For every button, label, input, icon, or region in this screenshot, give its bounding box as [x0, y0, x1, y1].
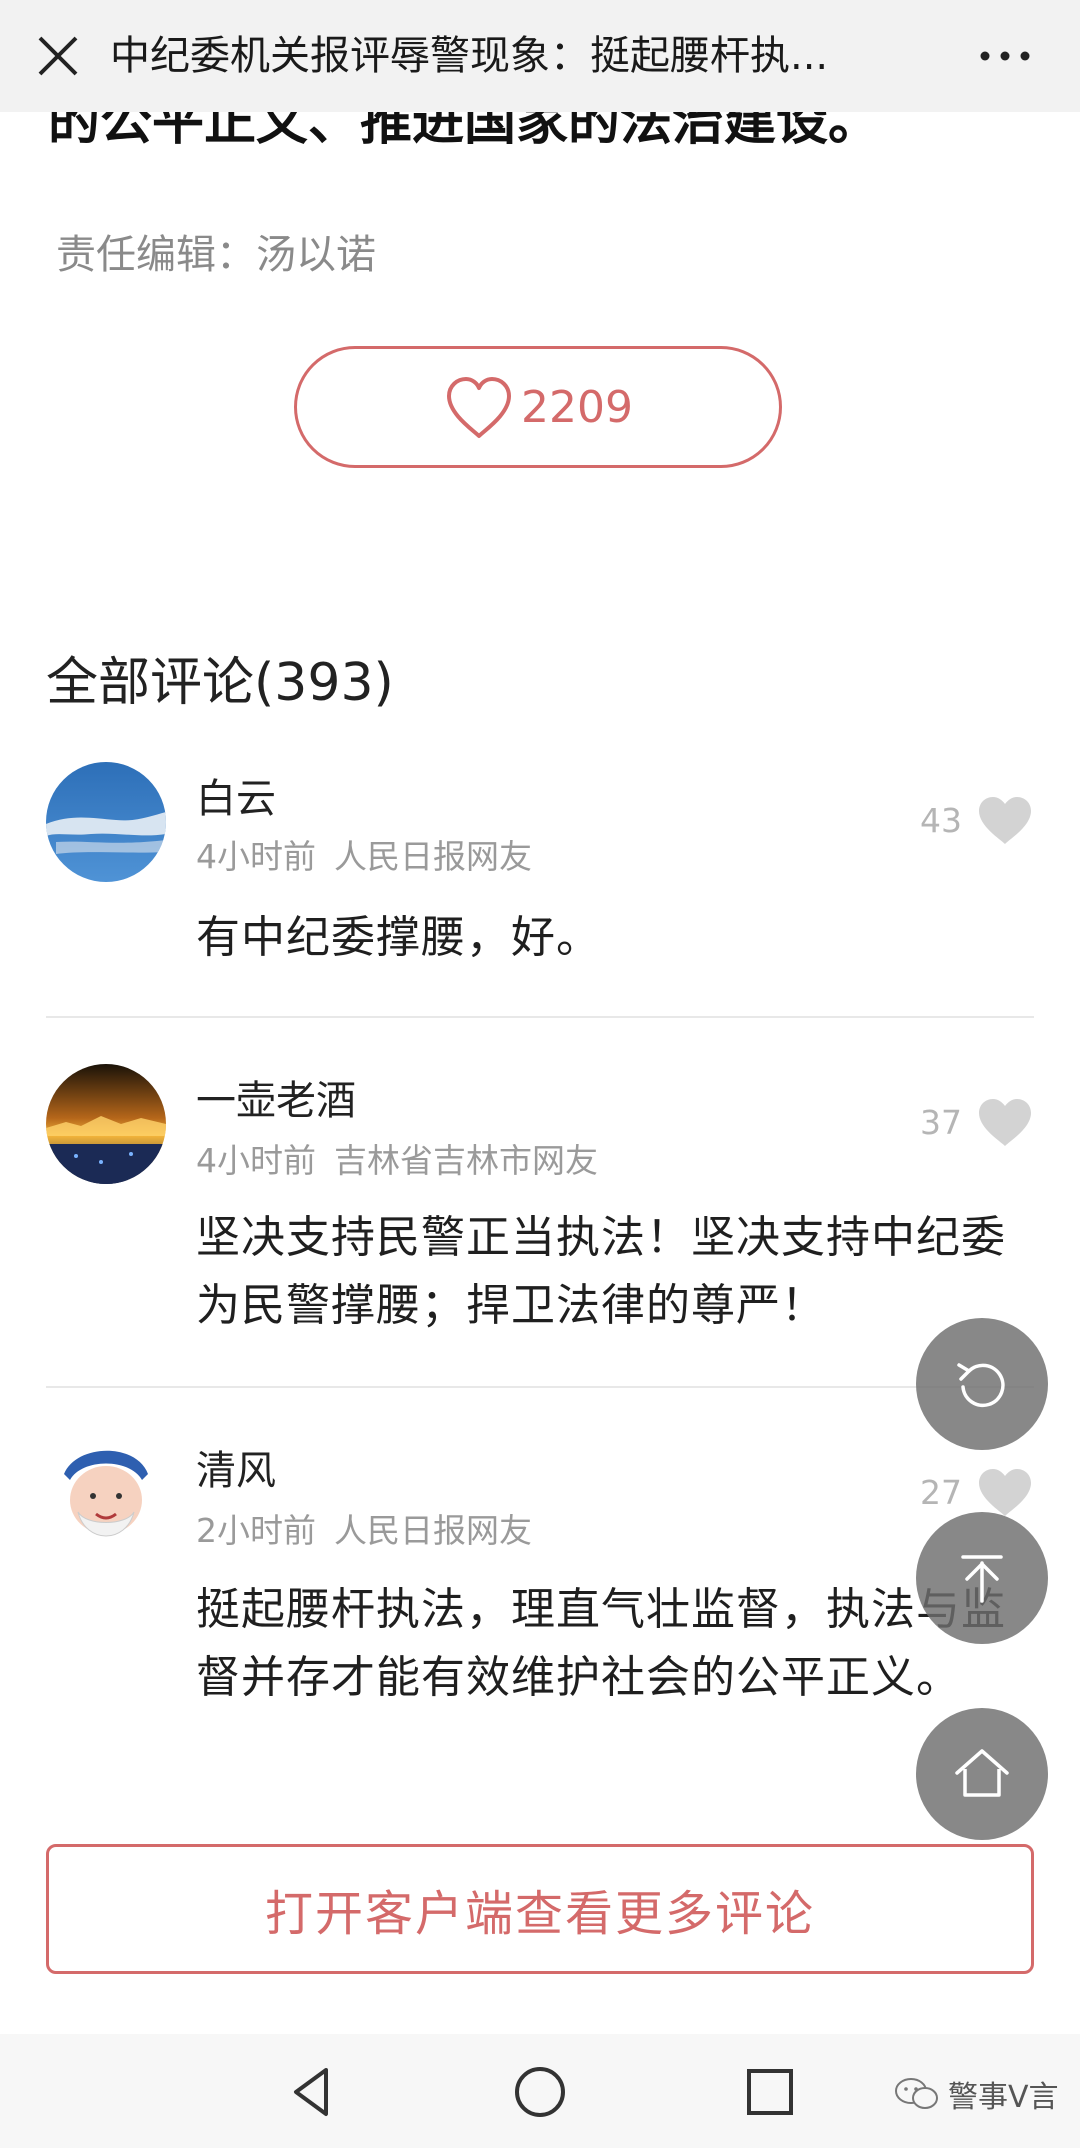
comment-location: 人民日报网友 — [334, 837, 532, 876]
more-icon[interactable] — [975, 44, 1035, 68]
comment-time: 2小时前 — [196, 1511, 316, 1550]
comment-text: 挺起腰杆执法，理直气壮监督，执法与监督并存才能有效维护社会的公平正义。 — [196, 1584, 1006, 1703]
responsible-editor: 责任编辑：汤以诺 — [56, 232, 376, 278]
watermark: 警事V言 — [894, 2072, 1059, 2116]
comment-like-button[interactable]: 43 — [920, 794, 1034, 846]
back-to-top-button[interactable] — [916, 1512, 1048, 1644]
home-icon — [955, 1749, 1009, 1797]
comment-time: 4小时前 — [196, 837, 316, 876]
comment-like-count: 37 — [920, 1102, 962, 1142]
comment-author: 清风 — [196, 1448, 276, 1494]
comment-time: 4小时前 — [196, 1141, 316, 1180]
avatar[interactable] — [46, 1064, 166, 1184]
comment-text: 坚决支持民警正当执法！坚决支持中纪委为民警撑腰；捍卫法律的尊严！ — [196, 1212, 1006, 1331]
refresh-button[interactable] — [916, 1318, 1048, 1450]
comment-like-count: 27 — [920, 1472, 962, 1512]
avatar[interactable] — [46, 1434, 166, 1554]
comment-meta: 2小时前 人民日报网友 — [196, 1504, 532, 1552]
comment-author: 白云 — [196, 776, 276, 822]
like-count: 2209 — [521, 381, 633, 433]
open-client-button[interactable]: 打开客户端查看更多评论 — [46, 1844, 1034, 1974]
refresh-icon — [957, 1363, 1005, 1408]
divider — [46, 1386, 1034, 1388]
comment-author: 一壶老酒 — [196, 1078, 356, 1124]
back-icon[interactable] — [282, 2062, 342, 2122]
home-button[interactable] — [916, 1708, 1048, 1840]
comment-like-button[interactable]: 27 — [920, 1466, 1034, 1518]
comment-meta: 4小时前 人民日报网友 — [196, 830, 532, 878]
heart-icon — [979, 797, 1031, 844]
wechat-icon — [895, 2078, 938, 2109]
avatar[interactable] — [46, 762, 166, 882]
comment-location: 吉林省吉林市网友 — [334, 1141, 598, 1180]
comment-like-count: 43 — [920, 800, 962, 840]
home-circle-icon[interactable] — [510, 2062, 570, 2122]
comment-text: 有中纪委撑腰，好。 — [196, 912, 601, 963]
heart-outline-icon — [447, 377, 511, 438]
back-to-top-icon — [961, 1555, 1003, 1603]
top-bar: 中纪委机关报评辱警现象：挺起腰杆执... — [0, 0, 1080, 112]
recent-apps-icon[interactable] — [740, 2062, 800, 2122]
heart-icon — [979, 1469, 1031, 1516]
comment-meta: 4小时前 吉林省吉林市网友 — [196, 1134, 598, 1182]
comment-like-button[interactable]: 37 — [920, 1096, 1034, 1148]
watermark-text: 警事V言 — [948, 2080, 1059, 2115]
heart-icon — [979, 1099, 1031, 1146]
comment-location: 人民日报网友 — [334, 1511, 532, 1550]
comments-title: 全部评论(393) — [46, 653, 394, 713]
like-button[interactable]: 2209 — [294, 346, 782, 468]
page-title: 中纪委机关报评辱警现象：挺起腰杆执... — [110, 33, 829, 79]
divider — [46, 1016, 1034, 1018]
close-icon[interactable] — [32, 30, 84, 82]
